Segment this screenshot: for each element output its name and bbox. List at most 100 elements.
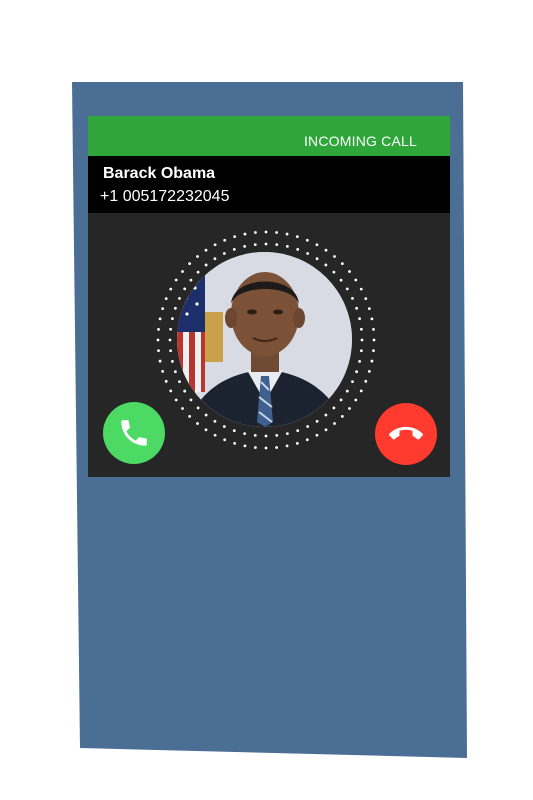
caller-photo <box>177 252 352 427</box>
ring-dot <box>370 359 374 363</box>
ring-dot <box>372 349 375 352</box>
ring-dot <box>275 446 278 449</box>
ring-dot <box>254 446 257 449</box>
ring-dot <box>339 278 343 282</box>
ring-dot <box>351 380 354 384</box>
ring-dot <box>222 425 226 428</box>
ring-dot <box>370 317 374 321</box>
ring-dot <box>348 407 351 410</box>
ring-dot <box>295 441 299 445</box>
ring-dot <box>285 232 289 236</box>
ring-dot <box>196 255 199 258</box>
ring-dot <box>223 238 227 242</box>
ring-dot <box>188 414 192 418</box>
ring-dot <box>196 422 199 425</box>
ring-dot <box>275 243 279 246</box>
ring-dot <box>173 370 177 374</box>
ring-dot <box>253 243 257 246</box>
ring-dot <box>161 307 165 311</box>
ring-dot <box>171 317 174 321</box>
ring-dot <box>367 307 371 311</box>
ring-dot <box>275 434 279 437</box>
ring-dot <box>285 245 289 248</box>
ring-dot <box>354 398 358 402</box>
ring-dot <box>372 338 376 342</box>
ring-dot <box>360 349 363 353</box>
ring-dot <box>204 413 208 417</box>
page: INCOMING CALL Barack Obama +1 0051722320… <box>0 0 533 800</box>
ring-dot <box>183 287 187 291</box>
ring-dot <box>340 262 344 266</box>
ring-dot <box>156 338 160 342</box>
ring-dot <box>243 232 247 236</box>
ring-dot <box>364 379 368 383</box>
ring-dot <box>164 379 168 383</box>
call-screen: INCOMING CALL Barack Obama +1 0051722320… <box>88 116 450 477</box>
ring-dot <box>196 406 200 410</box>
ring-dot <box>306 425 310 428</box>
ring-dot <box>157 349 160 352</box>
ring-dot <box>354 278 358 282</box>
hang-up-icon <box>389 426 423 440</box>
ring-dot <box>264 434 268 438</box>
ring-dot <box>223 438 227 442</box>
ring-dot <box>333 422 336 425</box>
ring-dot <box>358 317 361 321</box>
ring-dot <box>295 235 299 239</box>
ring-dot <box>243 432 247 435</box>
status-bar: INCOMING CALL <box>88 116 450 156</box>
ring-dot <box>296 429 300 433</box>
ring-dot <box>359 287 363 291</box>
ring-dot <box>315 433 319 437</box>
ring-dot <box>305 438 309 442</box>
ring-dot <box>348 270 351 273</box>
ring-dot <box>213 419 217 423</box>
ring-dot <box>213 243 217 247</box>
ring-dot <box>364 297 368 301</box>
ring-dot <box>296 247 300 251</box>
ring-dot <box>181 270 184 273</box>
ring-dot <box>355 306 359 310</box>
ring-dot <box>324 248 328 252</box>
ring-dot <box>169 287 173 291</box>
ring-dot <box>264 242 268 246</box>
ring-dot <box>340 414 344 418</box>
ring-dot <box>264 230 268 234</box>
ring-dot <box>232 247 236 251</box>
ring-dot <box>213 433 217 437</box>
ring-dot <box>360 327 363 331</box>
accept-call-button[interactable] <box>103 402 165 464</box>
ring-dot <box>285 432 289 435</box>
caller-number: +1 005172232045 <box>100 188 230 205</box>
ring-dot <box>171 359 174 363</box>
ring-dot <box>359 389 363 393</box>
ring-dot <box>333 255 336 258</box>
ring-dot <box>315 243 319 247</box>
ring-dot <box>178 380 181 384</box>
ring-dot <box>324 263 328 267</box>
ring-dot <box>204 248 208 252</box>
ring-dot <box>306 252 310 255</box>
incoming-call-label: INCOMING CALL <box>303 133 417 149</box>
ring-dot <box>169 349 172 353</box>
decline-call-button[interactable] <box>375 403 437 465</box>
ring-dot <box>189 398 193 402</box>
ring-dot <box>188 262 192 266</box>
ring-dot <box>168 338 172 342</box>
ring-dot <box>332 406 336 410</box>
ring-dot <box>345 287 349 291</box>
ring-dot <box>233 441 237 445</box>
caller-info: Barack Obama +1 005172232045 <box>88 156 450 213</box>
ring-dot <box>178 296 181 300</box>
ring-dot <box>196 270 200 274</box>
ring-dot <box>254 231 257 234</box>
ring-dot <box>183 389 187 393</box>
ring-dot <box>358 359 361 363</box>
ring-dot <box>360 338 364 342</box>
ring-dot <box>315 257 319 261</box>
ring-dot <box>315 419 319 423</box>
ring-dot <box>157 328 160 331</box>
ring-dot <box>345 389 349 393</box>
ring-dot <box>332 270 336 274</box>
ring-dot <box>367 369 371 373</box>
